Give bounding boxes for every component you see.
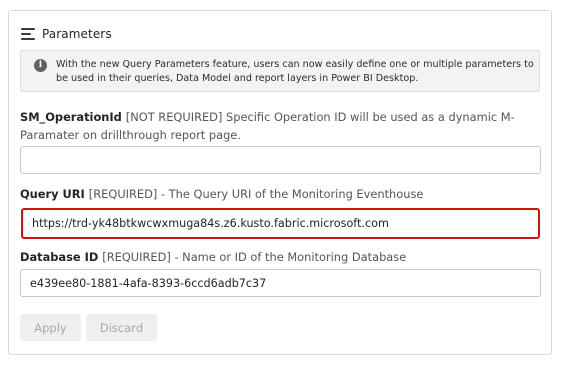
field-name: Query URI — [20, 187, 85, 201]
field-name: SM_OperationId — [20, 110, 122, 124]
info-message-text: With the new Query Parameters feature, u… — [56, 59, 534, 84]
menu-lines-icon — [21, 28, 35, 40]
parameters-panel: Parameters i With the new Query Paramete… — [8, 10, 552, 355]
info-message-box: i With the new Query Parameters feature,… — [20, 50, 540, 92]
field-label-query-uri: Query URI [REQUIRED] - The Query URI of t… — [20, 185, 423, 203]
field-name: Database ID — [20, 250, 99, 264]
panel-header: Parameters — [21, 25, 112, 43]
field-label-operation-id: SM_OperationId [NOT REQUIRED] Specific Op… — [20, 108, 520, 144]
info-icon: i — [34, 59, 47, 72]
field-description: [REQUIRED] - The Query URI of the Monito… — [88, 187, 424, 201]
operation-id-input[interactable] — [20, 146, 541, 174]
panel-title: Parameters — [42, 27, 112, 41]
apply-button[interactable]: Apply — [20, 314, 81, 341]
field-description: [REQUIRED] - Name or ID of the Monitorin… — [102, 250, 407, 264]
database-id-input[interactable] — [20, 269, 541, 297]
query-uri-input[interactable] — [21, 208, 540, 239]
field-label-database-id: Database ID [REQUIRED] - Name or ID of th… — [20, 248, 406, 266]
discard-button[interactable]: Discard — [86, 314, 157, 341]
